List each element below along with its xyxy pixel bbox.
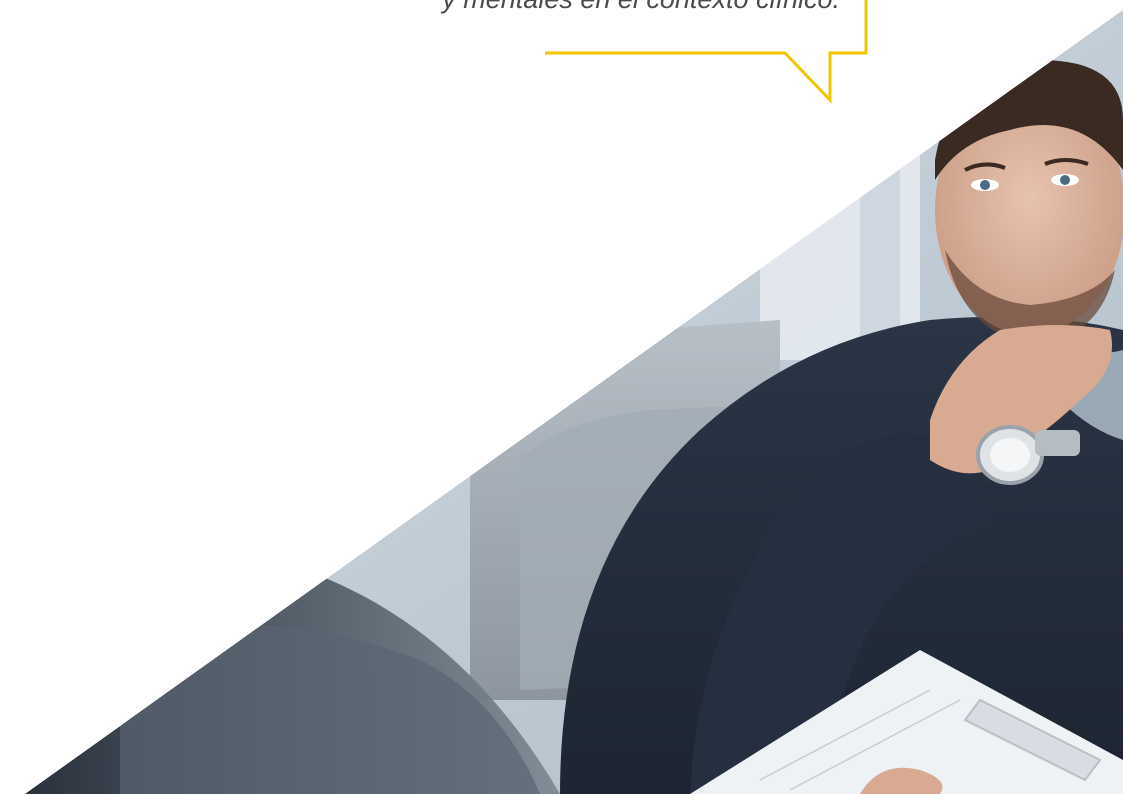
brochure-page: y mentales en el contexto clínico. [0,0,1123,794]
quote-text: y mentales en el contexto clínico. [180,0,840,16]
consultation-photo [25,10,1123,794]
